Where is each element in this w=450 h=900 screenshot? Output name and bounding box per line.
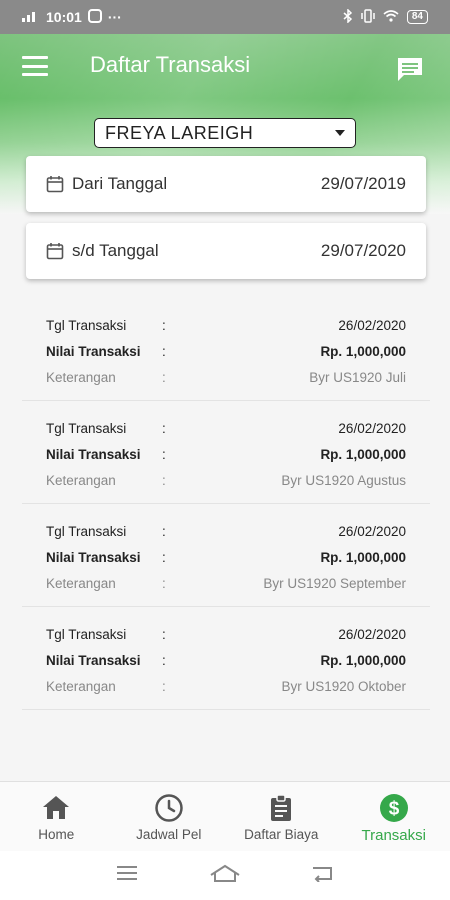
- status-time: 10:01: [46, 9, 82, 25]
- transaction-list: Tgl Transaksi : 26/02/2020 Nilai Transak…: [22, 298, 430, 710]
- tx-date-row: Tgl Transaksi : 26/02/2020: [46, 621, 406, 647]
- tx-note-value: Byr US1920 September: [263, 575, 406, 591]
- student-select-value: FREYA LAREIGH: [105, 122, 254, 143]
- bluetooth-icon: [343, 7, 353, 26]
- calendar-icon: [46, 176, 64, 193]
- status-bar: 10:01 ··· 84: [0, 0, 450, 34]
- nav-item-fees[interactable]: Daftar Biaya: [225, 782, 338, 851]
- tx-note-label: Keterangan: [46, 678, 116, 694]
- home-icon: [43, 796, 70, 819]
- tx-date-value: 26/02/2020: [338, 317, 406, 333]
- tx-colon: :: [162, 549, 166, 565]
- recent-apps-icon[interactable]: [115, 864, 139, 887]
- tx-amount-label: Nilai Transaksi: [46, 343, 141, 359]
- date-to-card[interactable]: s/d Tanggal 29/07/2020: [26, 223, 426, 279]
- tx-colon: :: [162, 343, 166, 359]
- clipboard-icon: [271, 794, 292, 821]
- wifi-icon: [383, 9, 399, 25]
- transaction-item[interactable]: Tgl Transaksi : 26/02/2020 Nilai Transak…: [22, 401, 430, 504]
- tx-note-row: Keterangan : Byr US1920 Juli: [46, 364, 406, 390]
- tx-note-value: Byr US1920 Oktober: [281, 678, 406, 694]
- tx-date-row: Tgl Transaksi : 26/02/2020: [46, 312, 406, 338]
- tx-note-label: Keterangan: [46, 575, 116, 591]
- tx-date-value: 26/02/2020: [338, 626, 406, 642]
- nav-item-schedule[interactable]: Jadwal Pel: [113, 782, 226, 851]
- date-to-value: 29/07/2020: [320, 241, 406, 260]
- tx-date-row: Tgl Transaksi : 26/02/2020: [46, 415, 406, 441]
- transaction-item[interactable]: Tgl Transaksi : 26/02/2020 Nilai Transak…: [22, 504, 430, 607]
- page-title: Daftar Transaksi: [90, 52, 251, 77]
- transaction-item[interactable]: Tgl Transaksi : 26/02/2020 Nilai Transak…: [22, 607, 430, 710]
- vibrate-icon: [361, 8, 375, 26]
- nav-label-home: Home: [38, 827, 75, 842]
- tx-amount-row: Nilai Transaksi : Rp. 1,000,000: [46, 338, 406, 364]
- tx-amount-value: Rp. 1,000,000: [320, 652, 406, 668]
- tx-colon: :: [162, 420, 166, 436]
- notification-icon: [87, 8, 102, 26]
- tx-amount-label: Nilai Transaksi: [46, 446, 141, 462]
- tx-amount-row: Nilai Transaksi : Rp. 1,000,000: [46, 647, 406, 673]
- tx-note-row: Keterangan : Byr US1920 September: [46, 570, 406, 596]
- system-nav-bar: [0, 851, 450, 900]
- tx-date-label: Tgl Transaksi: [46, 523, 127, 539]
- nav-item-transactions[interactable]: $ Transaksi: [338, 782, 450, 851]
- tx-colon: :: [162, 369, 166, 385]
- calendar-icon: [46, 243, 64, 260]
- date-from-card[interactable]: Dari Tanggal 29/07/2019: [26, 156, 426, 212]
- dollar-icon: $: [379, 794, 408, 822]
- tx-amount-value: Rp. 1,000,000: [320, 549, 406, 565]
- tx-colon: :: [162, 472, 166, 488]
- tx-colon: :: [162, 446, 166, 462]
- battery-icon: 84: [406, 10, 428, 24]
- tx-colon: :: [162, 626, 166, 642]
- nav-label-transactions: Transaksi: [361, 827, 426, 844]
- nav-label-fees: Daftar Biaya: [244, 827, 319, 842]
- back-icon[interactable]: [311, 864, 335, 887]
- svg-text:$: $: [388, 799, 399, 820]
- date-from-label: Dari Tanggal: [72, 174, 168, 193]
- home-button-icon[interactable]: [209, 863, 241, 888]
- transaction-item[interactable]: Tgl Transaksi : 26/02/2020 Nilai Transak…: [22, 298, 430, 401]
- tx-date-label: Tgl Transaksi: [46, 317, 127, 333]
- tx-colon: :: [162, 575, 166, 591]
- tx-colon: :: [162, 678, 166, 694]
- tx-date-row: Tgl Transaksi : 26/02/2020: [46, 518, 406, 544]
- tx-note-row: Keterangan : Byr US1920 Agustus: [46, 467, 406, 493]
- nav-label-schedule: Jadwal Pel: [136, 827, 202, 842]
- tx-amount-row: Nilai Transaksi : Rp. 1,000,000: [46, 441, 406, 467]
- tx-note-row: Keterangan : Byr US1920 Oktober: [46, 673, 406, 699]
- tx-colon: :: [162, 652, 166, 668]
- menu-icon[interactable]: [22, 56, 48, 76]
- tx-colon: :: [162, 523, 166, 539]
- nav-item-home[interactable]: Home: [0, 782, 113, 851]
- message-icon[interactable]: [396, 56, 424, 87]
- tx-amount-row: Nilai Transaksi : Rp. 1,000,000: [46, 544, 406, 570]
- clock-icon: [155, 794, 183, 822]
- tx-date-label: Tgl Transaksi: [46, 420, 127, 436]
- tx-note-value: Byr US1920 Juli: [309, 369, 406, 385]
- tx-amount-label: Nilai Transaksi: [46, 549, 141, 565]
- date-from-value: 29/07/2019: [320, 174, 406, 193]
- tx-date-value: 26/02/2020: [338, 523, 406, 539]
- tx-amount-value: Rp. 1,000,000: [320, 343, 406, 359]
- date-to-label: s/d Tanggal: [72, 241, 159, 260]
- tx-date-label: Tgl Transaksi: [46, 626, 127, 642]
- tx-amount-label: Nilai Transaksi: [46, 652, 141, 668]
- app-bar: Daftar Transaksi: [0, 34, 450, 100]
- tx-date-value: 26/02/2020: [338, 420, 406, 436]
- student-select[interactable]: FREYA LAREIGH: [94, 118, 356, 148]
- tx-note-value: Byr US1920 Agustus: [281, 472, 406, 488]
- tx-colon: :: [162, 317, 166, 333]
- bottom-nav: Home Jadwal Pel Daftar Biaya $ Transaksi: [0, 781, 450, 851]
- signal-icon: [22, 9, 40, 25]
- tx-note-label: Keterangan: [46, 472, 116, 488]
- dropdown-arrow-icon: [335, 130, 345, 136]
- tx-amount-value: Rp. 1,000,000: [320, 446, 406, 462]
- tx-note-label: Keterangan: [46, 369, 116, 385]
- more-notifications-icon: ···: [107, 9, 122, 25]
